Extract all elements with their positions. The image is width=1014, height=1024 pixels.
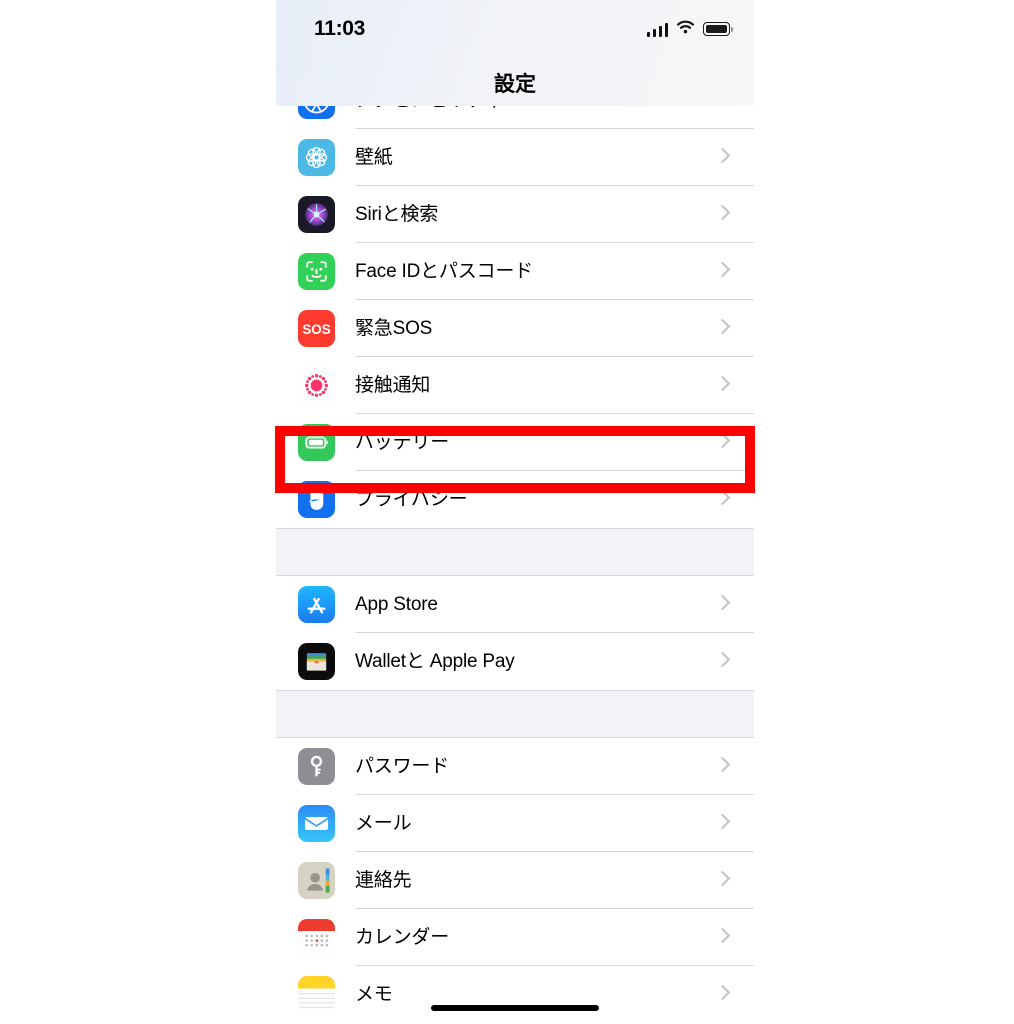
settings-row-label: 連絡先 (355, 870, 412, 891)
cellular-signal-icon (646, 22, 668, 37)
settings-row-label: メール (355, 813, 412, 834)
navigation-bar: 11:03 設定 (276, 0, 754, 106)
settings-row[interactable]: 接触通知 (276, 357, 754, 414)
passwords-key-icon (298, 748, 335, 785)
settings-row-content[interactable]: 接触通知 (276, 357, 754, 414)
chevron-right-icon (714, 870, 731, 887)
settings-row[interactable]: パスワード (276, 738, 754, 795)
settings-row-content[interactable]: メール (276, 795, 754, 852)
settings-row[interactable]: App Store (276, 576, 754, 633)
settings-row-label: 接触通知 (355, 375, 431, 396)
page-title: 設定 (494, 73, 536, 96)
wallet-icon (298, 643, 335, 680)
battery-settings-icon (298, 424, 335, 461)
settings-row[interactable]: カレンダー (276, 909, 754, 966)
status-bar: 11:03 (276, 0, 754, 52)
settings-row-label: Walletと Apple Pay (355, 651, 515, 672)
settings-row[interactable]: SOS 緊急SOS (276, 300, 754, 357)
settings-row-label: 壁紙 (355, 147, 393, 168)
settings-row-label: Siriと検索 (355, 204, 439, 225)
settings-row[interactable]: メール (276, 795, 754, 852)
face-id-icon (298, 253, 335, 290)
settings-row-label: バッテリー (355, 432, 450, 453)
siri-icon (298, 196, 335, 233)
chevron-right-icon (714, 204, 731, 221)
settings-row[interactable]: プライバシー (276, 471, 754, 528)
status-bar-icons (646, 19, 733, 39)
svg-text:SOS: SOS (302, 322, 330, 337)
settings-row-label: プライバシー (355, 489, 468, 510)
settings-row-content[interactable]: Siriと検索 (276, 186, 754, 243)
section-gap (276, 690, 754, 738)
chevron-right-icon (714, 489, 731, 506)
chevron-right-icon (714, 594, 731, 611)
wallpaper-icon (298, 139, 335, 176)
section-gap (276, 528, 754, 576)
settings-row-content[interactable]: バッテリー (276, 414, 754, 471)
settings-list[interactable]: アクセシビリティ壁紙Siriと検索Face IDとパスコードSOS緊急SOS接触… (276, 72, 754, 1023)
iphone-screen: アクセシビリティ壁紙Siriと検索Face IDとパスコードSOS緊急SOS接触… (276, 0, 754, 1024)
chevron-right-icon (714, 432, 731, 449)
chevron-right-icon (714, 147, 731, 164)
settings-row[interactable]: Siriと検索 (276, 186, 754, 243)
settings-row-content[interactable]: プライバシー (276, 471, 754, 528)
home-indicator[interactable] (431, 1005, 599, 1011)
settings-row-label: Face IDとパスコード (355, 261, 533, 282)
chevron-right-icon (714, 927, 731, 944)
settings-row-content[interactable]: 連絡先 (276, 852, 754, 909)
chevron-right-icon (714, 261, 731, 278)
settings-row[interactable]: バッテリー (276, 414, 754, 471)
settings-row-content[interactable]: SOS 緊急SOS (276, 300, 754, 357)
chevron-right-icon (714, 756, 731, 773)
settings-row[interactable]: Walletと Apple Pay (276, 633, 754, 690)
settings-row[interactable]: メモ (276, 966, 754, 1023)
settings-row-label: パスワード (355, 756, 450, 777)
settings-row-content[interactable]: パスワード (276, 738, 754, 795)
settings-row-label: カレンダー (355, 927, 450, 948)
chevron-right-icon (714, 651, 731, 668)
settings-row-content[interactable]: 壁紙 (276, 129, 754, 186)
calendar-icon (298, 919, 335, 956)
exposure-notification-icon (298, 367, 335, 404)
wifi-icon (676, 20, 695, 39)
settings-row-label: 緊急SOS (355, 318, 433, 339)
app-store-icon (298, 586, 335, 623)
settings-row-content[interactable]: Walletと Apple Pay (276, 633, 754, 690)
settings-row-content[interactable]: カレンダー (276, 909, 754, 966)
settings-row-label: App Store (355, 594, 438, 615)
chevron-right-icon (714, 813, 731, 830)
chevron-right-icon (714, 984, 731, 1001)
chevron-right-icon (714, 318, 731, 335)
settings-row[interactable]: Face IDとパスコード (276, 243, 754, 300)
battery-full-icon (703, 22, 733, 36)
emergency-sos-icon: SOS (298, 310, 335, 347)
status-bar-time: 11:03 (314, 17, 366, 40)
privacy-hand-icon (298, 481, 335, 518)
notes-icon (298, 976, 335, 1013)
settings-row-content[interactable]: メモ (276, 966, 754, 1023)
mail-icon (298, 805, 335, 842)
settings-row-content[interactable]: App Store (276, 576, 754, 633)
settings-row[interactable]: 壁紙 (276, 129, 754, 186)
settings-row-label: メモ (355, 984, 393, 1005)
chevron-right-icon (714, 375, 731, 392)
contacts-icon (298, 862, 335, 899)
settings-row-content[interactable]: Face IDとパスコード (276, 243, 754, 300)
settings-row[interactable]: 連絡先 (276, 852, 754, 909)
